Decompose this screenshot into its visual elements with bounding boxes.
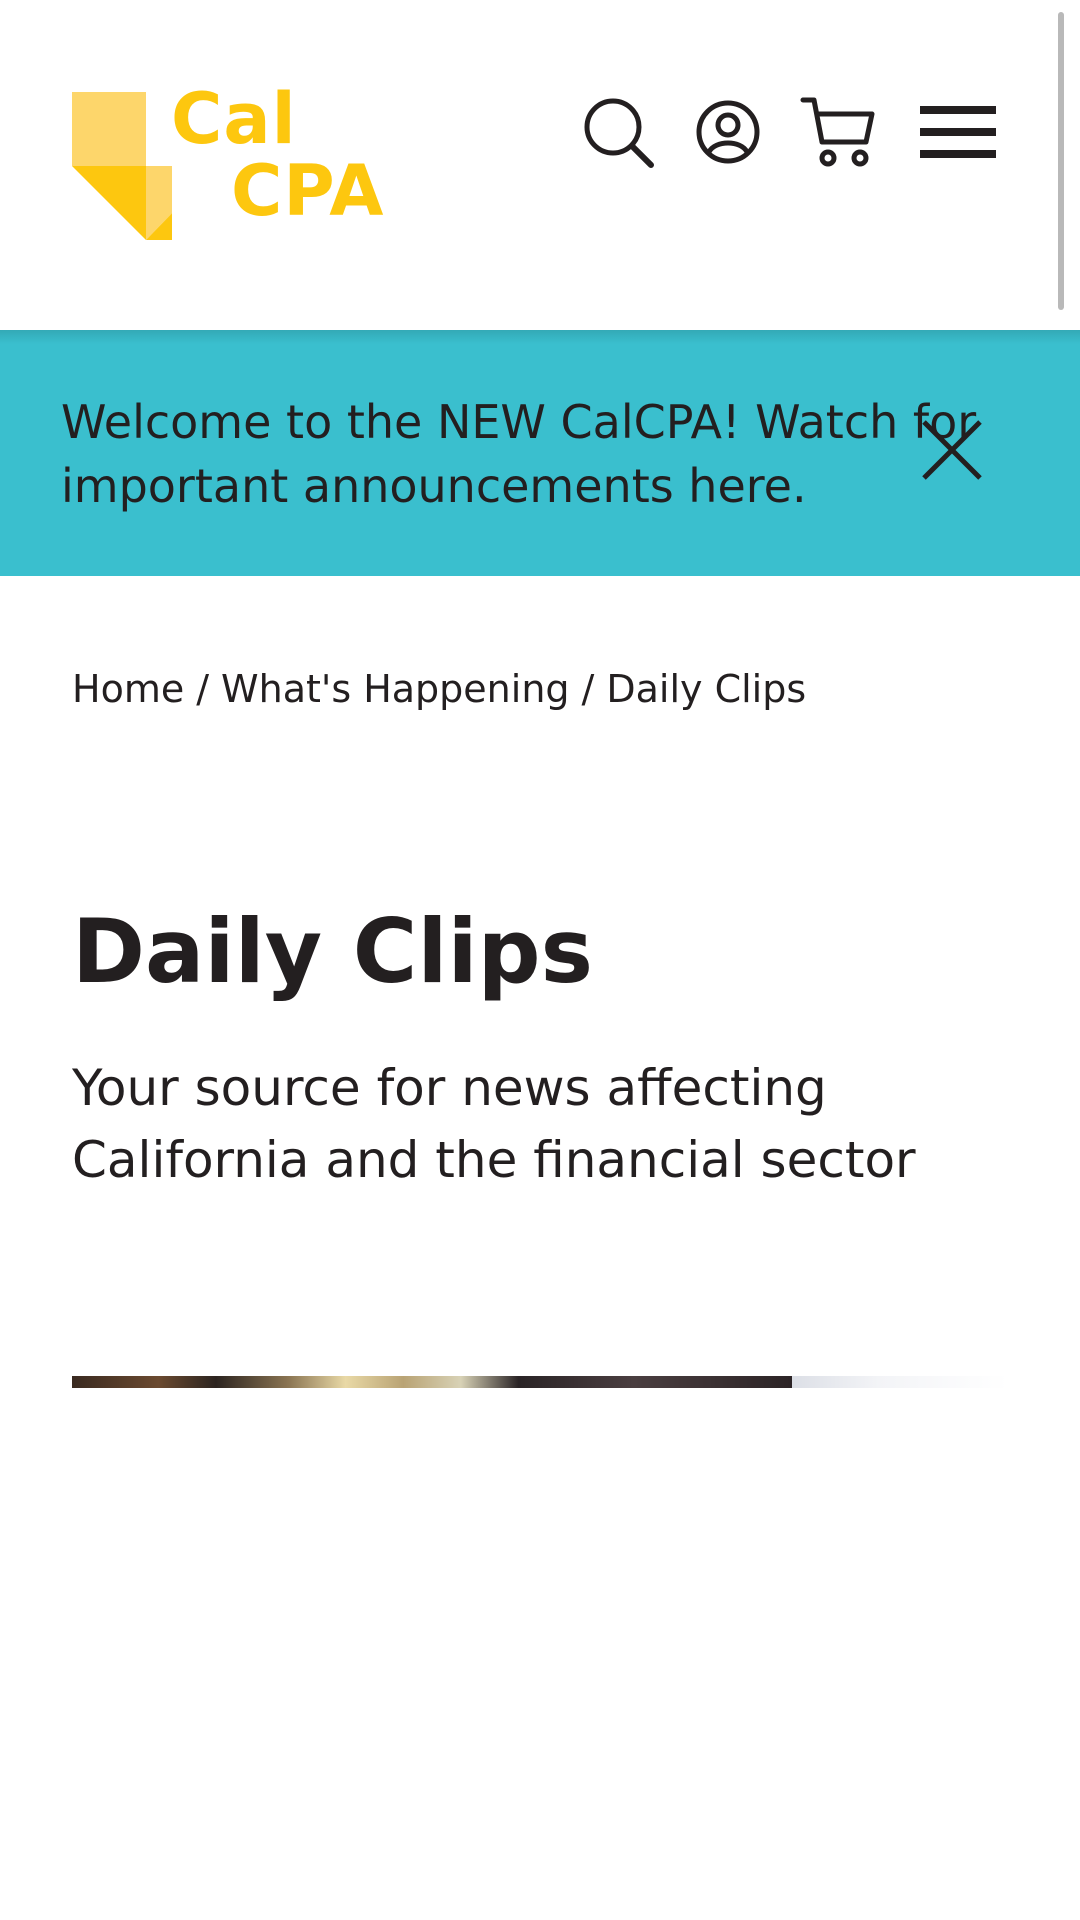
- user-account-icon: [696, 100, 760, 164]
- logo-wordmark: Cal CPA: [171, 84, 385, 232]
- breadcrumb-whats-happening[interactable]: What's Happening: [221, 667, 570, 711]
- breadcrumb: Home / What's Happening / Daily Clips: [72, 665, 806, 713]
- scrollbar[interactable]: [1058, 12, 1064, 310]
- calcpa-logo[interactable]: Cal CPA: [72, 84, 392, 240]
- site-header: Cal CPA: [0, 0, 1080, 330]
- menu-button[interactable]: [918, 92, 998, 172]
- breadcrumb-home[interactable]: Home: [72, 667, 184, 711]
- hero-image: [72, 1376, 1008, 1388]
- account-button[interactable]: [688, 92, 768, 172]
- search-icon: [584, 98, 654, 168]
- logo-line-2: CPA: [231, 150, 385, 232]
- cart-icon: [800, 97, 875, 167]
- menu-icon: [920, 106, 996, 158]
- close-icon: [922, 420, 982, 480]
- announcement-banner: Welcome to the NEW CalCPA! Watch for imp…: [0, 330, 1080, 576]
- banner-message: Welcome to the NEW CalCPA! Watch for imp…: [61, 395, 977, 513]
- logo-line-1: Cal: [171, 78, 297, 160]
- page-subtitle: Your source for news affecting Californi…: [72, 1059, 916, 1189]
- cart-button[interactable]: [798, 92, 878, 172]
- logo-mark: [72, 92, 172, 240]
- breadcrumb-current: Daily Clips: [606, 667, 807, 711]
- banner-close-button[interactable]: [922, 420, 982, 480]
- search-button[interactable]: [578, 92, 658, 172]
- page-title: Daily Clips: [72, 900, 594, 1003]
- breadcrumb-separator: /: [196, 667, 210, 711]
- breadcrumb-separator: /: [581, 667, 595, 711]
